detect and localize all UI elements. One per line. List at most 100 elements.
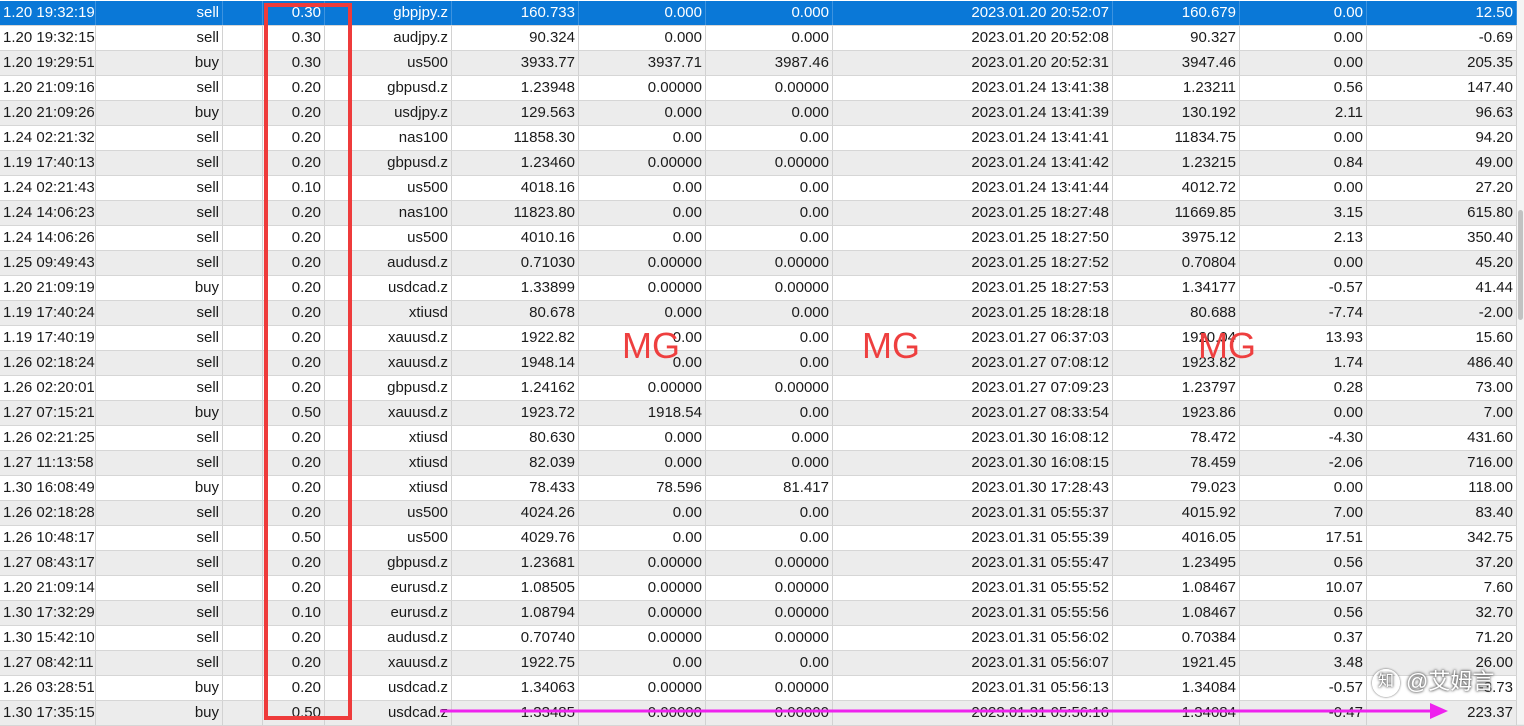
cell-type: sell — [96, 201, 223, 225]
cell-open-time: 1.24 02:21:43 — [0, 176, 96, 200]
table-row[interactable]: 1.27 08:42:11 sell 0.20 xauusd.z 1922.75 0.00… — [0, 651, 1524, 676]
cell-profit: 49.00 — [1367, 151, 1517, 175]
table-row[interactable]: 1.20 19:32:19 sell 0.30 gbpjpy.z 160.733 0.00… — [0, 1, 1524, 26]
vertical-scrollbar[interactable] — [1517, 0, 1524, 724]
cell-take-profit: 0.00000 — [706, 251, 833, 275]
cell-volume: 0.10 — [263, 601, 325, 625]
cell-open-time: 1.19 17:40:24 — [0, 301, 96, 325]
table-row[interactable]: 1.19 17:40:19 sell 0.20 xauusd.z 1922.82 0.00… — [0, 326, 1524, 351]
cell-profit: 27.20 — [1367, 176, 1517, 200]
cell-close-price: 1.34084 — [1113, 701, 1240, 725]
cell-close-price: 3947.46 — [1113, 51, 1240, 75]
cell-open-time: 1.24 14:06:26 — [0, 226, 96, 250]
cell-type: sell — [96, 626, 223, 650]
cell-type: buy — [96, 51, 223, 75]
cell-symbol: us500 — [325, 526, 452, 550]
table-row[interactable]: 1.26 02:18:24 sell 0.20 xauusd.z 1948.14 0.00… — [0, 351, 1524, 376]
cell-close-time: 2023.01.24 13:41:38 — [833, 76, 1113, 100]
table-row[interactable]: 1.20 21:09:26 buy 0.20 usdjpy.z 129.563 0.000… — [0, 101, 1524, 126]
cell-symbol: usdcad.z — [325, 676, 452, 700]
cell-open-price: 1948.14 — [452, 351, 579, 375]
table-row[interactable]: 1.26 02:18:28 sell 0.20 us500 4024.26 0.00 0.0… — [0, 501, 1524, 526]
cell-symbol: usdcad.z — [325, 276, 452, 300]
cell-type: sell — [96, 76, 223, 100]
cell-open-time: 1.20 19:29:51 — [0, 51, 96, 75]
cell-swap: 7.00 — [1240, 501, 1367, 525]
cell-volume: 0.20 — [263, 551, 325, 575]
table-row[interactable]: 1.26 02:20:01 sell 0.20 gbpusd.z 1.24162 0.00… — [0, 376, 1524, 401]
table-row[interactable]: 1.19 17:40:24 sell 0.20 xtiusd 80.678 0.000 0.… — [0, 301, 1524, 326]
table-row[interactable]: 1.24 02:21:43 sell 0.10 us500 4018.16 0.00 0.0… — [0, 176, 1524, 201]
table-row[interactable]: 1.30 17:32:29 sell 0.10 eurusd.z 1.08794 0.00… — [0, 601, 1524, 626]
cell-stop-loss: 1918.54 — [579, 401, 706, 425]
cell-close-price: 1923.82 — [1113, 351, 1240, 375]
cell-open-price: 1922.75 — [452, 651, 579, 675]
cell-spacer — [223, 201, 263, 225]
table-row[interactable]: 1.30 17:35:15 buy 0.50 usdcad.z 1.33485 0.000… — [0, 701, 1524, 726]
table-row[interactable]: 1.27 08:43:17 sell 0.20 gbpusd.z 1.23681 0.00… — [0, 551, 1524, 576]
cell-open-time: 1.27 08:43:17 — [0, 551, 96, 575]
table-row[interactable]: 1.27 11:13:58 sell 0.20 xtiusd 82.039 0.000 0.… — [0, 451, 1524, 476]
cell-profit: 15.60 — [1367, 326, 1517, 350]
cell-take-profit: 0.000 — [706, 451, 833, 475]
cell-symbol: audjpy.z — [325, 26, 452, 50]
table-row[interactable]: 1.20 21:09:19 buy 0.20 usdcad.z 1.33899 0.000… — [0, 276, 1524, 301]
cell-spacer — [223, 526, 263, 550]
scrollbar-thumb[interactable] — [1518, 210, 1523, 320]
cell-type: sell — [96, 451, 223, 475]
cell-open-time: 1.25 09:49:43 — [0, 251, 96, 275]
cell-take-profit: 0.00 — [706, 401, 833, 425]
cell-open-price: 1.23681 — [452, 551, 579, 575]
cell-stop-loss: 0.00 — [579, 526, 706, 550]
table-row[interactable]: 1.27 07:15:21 buy 0.50 xauusd.z 1923.72 1918.… — [0, 401, 1524, 426]
table-row[interactable]: 1.19 17:40:13 sell 0.20 gbpusd.z 1.23460 0.00… — [0, 151, 1524, 176]
cell-volume: 0.30 — [263, 26, 325, 50]
cell-spacer — [223, 701, 263, 725]
cell-close-price: 0.70384 — [1113, 626, 1240, 650]
cell-take-profit: 81.417 — [706, 476, 833, 500]
table-row[interactable]: 1.26 02:21:25 sell 0.20 xtiusd 80.630 0.000 0.… — [0, 426, 1524, 451]
cell-type: sell — [96, 526, 223, 550]
cell-spacer — [223, 101, 263, 125]
cell-close-price: 4015.92 — [1113, 501, 1240, 525]
table-row[interactable]: 1.24 14:06:23 sell 0.20 nas100 11823.80 0.00 0… — [0, 201, 1524, 226]
cell-profit: 73.00 — [1367, 376, 1517, 400]
cell-volume: 0.20 — [263, 351, 325, 375]
cell-open-price: 11823.80 — [452, 201, 579, 225]
table-row[interactable]: 1.24 02:21:32 sell 0.20 nas100 11858.30 0.00 0… — [0, 126, 1524, 151]
cell-close-time: 2023.01.30 16:08:12 — [833, 426, 1113, 450]
cell-swap: 0.28 — [1240, 376, 1367, 400]
table-row[interactable]: 1.20 21:09:16 sell 0.20 gbpusd.z 1.23948 0.00… — [0, 76, 1524, 101]
table-row[interactable]: 1.20 19:29:51 buy 0.30 us500 3933.77 3937.71 3… — [0, 51, 1524, 76]
cell-swap: -4.30 — [1240, 426, 1367, 450]
table-row[interactable]: 1.20 19:32:15 sell 0.30 audjpy.z 90.324 0.000… — [0, 26, 1524, 51]
table-row[interactable]: 1.24 14:06:26 sell 0.20 us500 4010.16 0.00 0.0… — [0, 226, 1524, 251]
cell-stop-loss: 0.000 — [579, 301, 706, 325]
cell-swap: -2.06 — [1240, 451, 1367, 475]
cell-symbol: xtiusd — [325, 476, 452, 500]
cell-open-price: 11858.30 — [452, 126, 579, 150]
table-row[interactable]: 1.26 03:28:51 buy 0.20 usdcad.z 1.34063 0.000… — [0, 676, 1524, 701]
cell-stop-loss: 0.000 — [579, 451, 706, 475]
cell-open-time: 1.20 19:32:19 — [0, 1, 96, 25]
cell-open-price: 129.563 — [452, 101, 579, 125]
cell-open-price: 0.70740 — [452, 626, 579, 650]
table-row[interactable]: 1.26 10:48:17 sell 0.50 us500 4029.76 0.00 0.0… — [0, 526, 1524, 551]
cell-profit: 147.40 — [1367, 76, 1517, 100]
table-row[interactable]: 1.30 15:42:10 sell 0.20 audusd.z 0.70740 0.00… — [0, 626, 1524, 651]
cell-close-price: 1.08467 — [1113, 601, 1240, 625]
cell-profit: 205.35 — [1367, 51, 1517, 75]
table-row[interactable]: 1.20 21:09:14 sell 0.20 eurusd.z 1.08505 0.00… — [0, 576, 1524, 601]
cell-stop-loss: 0.000 — [579, 26, 706, 50]
cell-take-profit: 0.00000 — [706, 601, 833, 625]
table-row[interactable]: 1.25 09:49:43 sell 0.20 audusd.z 0.71030 0.00… — [0, 251, 1524, 276]
cell-profit: 7.00 — [1367, 401, 1517, 425]
cell-symbol: xtiusd — [325, 451, 452, 475]
cell-volume: 0.20 — [263, 326, 325, 350]
cell-close-price: 1921.45 — [1113, 651, 1240, 675]
table-row[interactable]: 1.30 16:08:49 buy 0.20 xtiusd 78.433 78.596 81… — [0, 476, 1524, 501]
cell-take-profit: 0.00000 — [706, 551, 833, 575]
cell-close-time: 2023.01.24 13:41:42 — [833, 151, 1113, 175]
cell-swap: 0.00 — [1240, 476, 1367, 500]
cell-profit: 7.60 — [1367, 576, 1517, 600]
